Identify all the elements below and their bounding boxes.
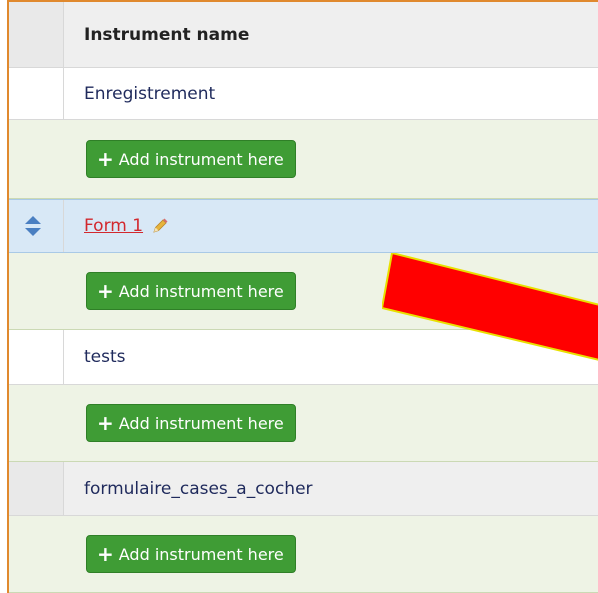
add-instrument-row: + Add instrument here [9, 385, 598, 462]
plus-icon: + [97, 542, 114, 566]
add-instrument-row: + Add instrument here [9, 253, 598, 330]
instrument-row: tests [9, 330, 598, 385]
add-instrument-row: + Add instrument here [9, 516, 598, 593]
instrument-name: Enregistrement [84, 83, 216, 104]
plus-icon: + [97, 411, 114, 435]
instrument-row: formulaire_cases_a_cocher [9, 462, 598, 516]
add-instrument-row: + Add instrument here [9, 120, 598, 199]
add-instrument-button[interactable]: + Add instrument here [86, 140, 296, 178]
table-header: Instrument name [9, 2, 598, 68]
instrument-name: formulaire_cases_a_cocher [84, 478, 313, 499]
instrument-row-selected: Form 1 [9, 199, 598, 253]
add-instrument-button[interactable]: + Add instrument here [86, 272, 296, 310]
instrument-table: Instrument name Enregistrement + Add ins… [7, 0, 598, 593]
up-down-arrows-icon[interactable] [23, 215, 43, 237]
header-handle-cell [9, 2, 64, 67]
form-1-link[interactable]: Form 1 [84, 216, 143, 236]
instrument-name-header: Instrument name [84, 24, 250, 45]
clipped-edge-fragment [0, 548, 6, 562]
add-instrument-button[interactable]: + Add instrument here [86, 535, 296, 573]
plus-icon: + [97, 147, 114, 171]
add-instrument-button[interactable]: + Add instrument here [86, 404, 296, 442]
instrument-row: Enregistrement [9, 68, 598, 120]
plus-icon: + [97, 279, 114, 303]
instrument-name: tests [84, 347, 126, 367]
pencil-icon[interactable] [151, 217, 169, 235]
